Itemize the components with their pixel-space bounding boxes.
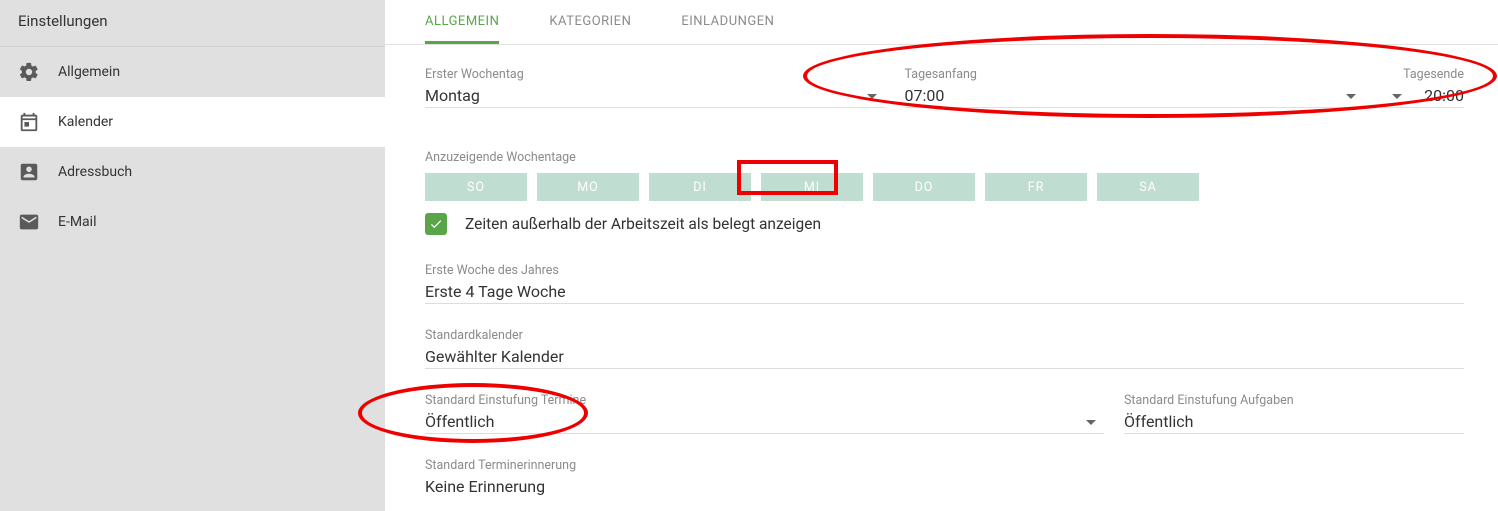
sidebar-item-label: Adressbuch [58, 164, 132, 180]
checkbox-label: Zeiten außerhalb der Arbeitszeit als bel… [465, 215, 821, 233]
field-value: 20:00 [1424, 86, 1464, 105]
sidebar-item-label: E-Mail [58, 214, 96, 230]
weekday-btn-do[interactable]: DO [873, 173, 975, 201]
chevron-down-icon [1086, 420, 1096, 430]
sidebar-item-contacts[interactable]: Adressbuch [0, 147, 385, 197]
weekday-btn-sa[interactable]: SA [1097, 173, 1199, 201]
field-label: Standardkalender [425, 328, 1464, 343]
sidebar: Einstellungen Allgemein Kalender Adressb… [0, 0, 385, 511]
field-label: Tagesende [1384, 67, 1464, 82]
contacts-icon [18, 161, 40, 183]
weekdays-label: Anzuzeigende Wochentage [425, 150, 1464, 165]
checkbox-icon [425, 213, 447, 235]
sidebar-item-label: Kalender [58, 114, 113, 130]
weekday-btn-di[interactable]: DI [649, 173, 751, 201]
chevron-down-icon [1392, 94, 1402, 104]
field-value: Gewählter Kalender [425, 347, 564, 366]
mail-icon [18, 211, 40, 233]
sidebar-item-calendar[interactable]: Kalender [0, 97, 385, 147]
gear-icon [18, 61, 40, 83]
field-reminder[interactable]: Standard Terminerinnerung Keine Erinneru… [425, 458, 1464, 498]
chevron-down-icon [867, 94, 877, 104]
tab-categories[interactable]: KATEGORIEN [549, 0, 631, 44]
field-day-start[interactable]: Tagesanfang 07:00 [905, 67, 1365, 108]
sidebar-item-email[interactable]: E-Mail [0, 197, 385, 247]
sidebar-title: Einstellungen [0, 0, 385, 47]
weekday-btn-so[interactable]: SO [425, 173, 527, 201]
checkbox-busy-outside-work[interactable]: Zeiten außerhalb der Arbeitszeit als bel… [425, 213, 1464, 235]
field-day-end[interactable]: Tagesende 20:00 [1384, 67, 1464, 108]
main-panel: ALLGEMEIN KATEGORIEN EINLADUNGEN Erster … [385, 0, 1498, 511]
field-label: Standard Einstufung Termine [425, 393, 1104, 408]
sidebar-item-label: Allgemein [58, 64, 120, 80]
tabs: ALLGEMEIN KATEGORIEN EINLADUNGEN [385, 0, 1498, 45]
field-value: Öffentlich [1124, 412, 1193, 431]
field-value: Öffentlich [425, 412, 494, 431]
field-value: Erste 4 Tage Woche [425, 282, 566, 301]
field-classification-appointments[interactable]: Standard Einstufung Termine Öffentlich [425, 393, 1104, 434]
calendar-icon [18, 111, 40, 133]
field-classification-tasks[interactable]: Standard Einstufung Aufgaben Öffentlich [1124, 393, 1464, 434]
weekday-btn-mi[interactable]: MI [761, 173, 863, 201]
field-default-calendar[interactable]: Standardkalender Gewählter Kalender [425, 328, 1464, 369]
field-first-week[interactable]: Erste Woche des Jahres Erste 4 Tage Woch… [425, 263, 1464, 304]
weekday-btn-fr[interactable]: FR [985, 173, 1087, 201]
field-value: Montag [425, 86, 480, 105]
tab-invitations[interactable]: EINLADUNGEN [681, 0, 774, 44]
weekday-btn-mo[interactable]: MO [537, 173, 639, 201]
field-label: Erster Wochentag [425, 67, 885, 82]
weekdays-buttons: SO MO DI MI DO FR SA [425, 173, 1464, 201]
field-label: Standard Einstufung Aufgaben [1124, 393, 1464, 408]
field-label: Standard Terminerinnerung [425, 458, 1464, 473]
tab-general[interactable]: ALLGEMEIN [425, 0, 499, 44]
chevron-down-icon [1346, 94, 1356, 104]
field-label: Tagesanfang [905, 67, 1365, 82]
field-label: Erste Woche des Jahres [425, 263, 1464, 278]
field-value: Keine Erinnerung [425, 477, 545, 496]
field-value: 07:00 [905, 86, 945, 105]
sidebar-item-general[interactable]: Allgemein [0, 47, 385, 97]
field-first-weekday[interactable]: Erster Wochentag Montag [425, 67, 885, 108]
